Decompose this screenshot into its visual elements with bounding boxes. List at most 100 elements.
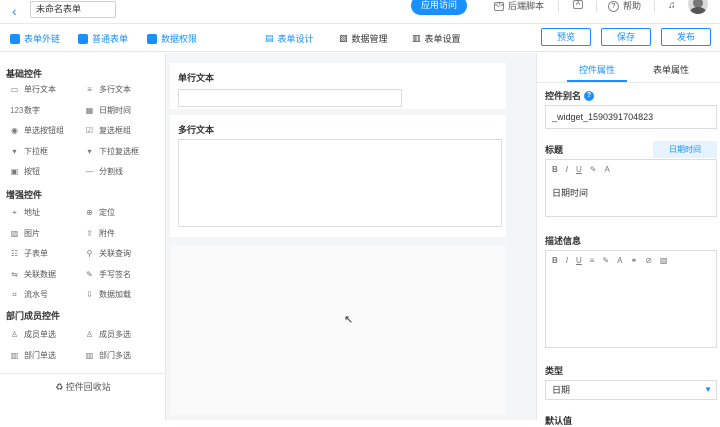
bold-icon[interactable]: B xyxy=(552,165,558,174)
widget-item[interactable]: ▣ 按钮 xyxy=(10,166,40,177)
widget-item[interactable]: ▾ 下拉框 xyxy=(10,146,48,157)
alias-label-text: 控件别名 xyxy=(545,91,582,101)
unlink-icon[interactable]: ⊘ xyxy=(645,256,652,265)
title-label: 标题 xyxy=(545,145,564,155)
document-icon[interactable]: A xyxy=(573,0,583,9)
widget-item[interactable]: 123 数字 xyxy=(10,105,40,116)
tab-form-design[interactable]: ▤ 表单设计 xyxy=(265,32,314,45)
widget-label: 按钮 xyxy=(24,167,40,176)
pen-icon[interactable]: ✎ xyxy=(590,165,597,174)
widget-icon: ≡ xyxy=(87,85,92,94)
desc-editor[interactable]: B I U ≡ ✎ A ⚭ ⊘ ▨ xyxy=(545,250,717,348)
title-editor[interactable]: B I U ✎ A 日期时间 xyxy=(545,159,717,217)
divider xyxy=(558,1,559,12)
bell-icon[interactable]: ♫ xyxy=(668,0,676,12)
code-icon: </> xyxy=(494,1,504,11)
form-external-link-tab[interactable]: 表单外链 xyxy=(10,32,60,45)
help-label: 帮助 xyxy=(623,1,642,11)
widget-item[interactable]: ▦ 日期时间 xyxy=(85,105,131,116)
publish-button[interactable]: 发布 xyxy=(661,28,711,46)
widget-label: 多行文本 xyxy=(99,85,131,94)
form-canvas[interactable]: 单行文本 多行文本 ↖ xyxy=(166,53,536,420)
widget-icon: ♙ xyxy=(10,330,19,339)
widget-label: 日期时间 xyxy=(99,105,131,115)
widget-item[interactable]: ▭ 单行文本 xyxy=(10,84,56,95)
widget-label: 成员单选 xyxy=(24,330,56,339)
image-icon[interactable]: ▨ xyxy=(660,256,668,265)
type-select[interactable]: 日期 ▼ xyxy=(545,380,717,400)
italic-icon[interactable]: I xyxy=(566,165,568,174)
tab-data-management[interactable]: ▧ 数据管理 xyxy=(339,32,388,45)
widget-item[interactable]: ▥ 部门单选 xyxy=(10,350,56,361)
widget-item[interactable]: ◉ 单选按钮组 xyxy=(10,125,64,136)
widget-item[interactable]: — 分割线 xyxy=(85,166,124,177)
chart-icon: ▧ xyxy=(339,33,348,43)
widget-item[interactable]: ♙ 成员多选 xyxy=(85,329,131,340)
data-permission-tab[interactable]: 数据权限 xyxy=(147,32,197,45)
app-visit-button[interactable]: 应用访问 xyxy=(411,0,467,15)
underline-icon[interactable]: U xyxy=(576,256,582,265)
widget-icon: ☷ xyxy=(10,249,19,258)
multi-line-textarea[interactable] xyxy=(178,139,502,227)
widget-sidebar: 基础控件 ▭ 单行文本 ≡ 多行文本 123 数字 ▦ 日期时间 ◉ 单选按钮组 ☑ 复选框组 ▾ 下拉框… xyxy=(0,53,166,420)
widget-item[interactable]: ▨ 图片 xyxy=(10,228,40,239)
italic-icon[interactable]: I xyxy=(566,256,568,265)
field-single-line-text[interactable]: 单行文本 xyxy=(170,63,506,109)
widget-item[interactable]: ⌗ 流水号 xyxy=(10,289,48,300)
tab-form-properties[interactable]: 表单属性 xyxy=(653,63,689,76)
properties-tabs: 控件属性 表单属性 xyxy=(537,53,720,83)
font-icon[interactable]: A xyxy=(605,165,610,174)
widget-item[interactable]: ⚲ 关联查询 xyxy=(85,248,131,259)
single-line-input[interactable] xyxy=(178,89,402,107)
widget-label: 单行文本 xyxy=(24,85,56,94)
widget-item[interactable]: ✎ 手写签名 xyxy=(85,269,131,280)
title-tag-button[interactable]: 日期时间 xyxy=(653,141,717,158)
font-icon[interactable]: A xyxy=(617,256,622,265)
widget-item[interactable]: ▥ 部门多选 xyxy=(85,350,131,361)
widget-icon: ☑ xyxy=(85,126,94,135)
avatar[interactable] xyxy=(688,0,708,14)
type-value: 日期 xyxy=(552,385,571,395)
tab-widget-properties[interactable]: 控件属性 xyxy=(579,63,615,76)
field-multi-line-text[interactable]: 多行文本 xyxy=(170,115,506,237)
backend-script-button[interactable]: </> 后端脚本 xyxy=(494,0,544,12)
recycle-label: 控件回收站 xyxy=(65,382,111,392)
widget-label: 手写签名 xyxy=(99,269,131,279)
field-label: 多行文本 xyxy=(178,125,215,135)
pen-icon[interactable]: ✎ xyxy=(602,256,609,265)
alias-input[interactable]: _widget_1590391704823 xyxy=(545,105,717,129)
divider xyxy=(596,1,597,12)
help-button[interactable]: ? 帮助 xyxy=(608,0,641,12)
widget-item[interactable]: ≡ 多行文本 xyxy=(85,84,131,95)
form-name-input[interactable]: 未命名表单 xyxy=(30,1,116,18)
widget-label: 子表单 xyxy=(24,249,48,258)
widget-item[interactable]: ☑ 复选框组 xyxy=(85,125,131,136)
normal-form-tab[interactable]: 普通表单 xyxy=(78,32,128,45)
widget-icon: ✎ xyxy=(86,269,93,279)
widget-item[interactable]: ▾ 下拉复选框 xyxy=(85,146,139,157)
widget-item[interactable]: ⊕ 定位 xyxy=(85,207,115,218)
widget-item[interactable]: ⇪ 附件 xyxy=(85,228,115,239)
widget-item[interactable]: ☷ 子表单 xyxy=(10,248,48,259)
drop-area[interactable] xyxy=(170,245,506,415)
widget-item[interactable]: ⇋ 关联数据 xyxy=(10,269,56,280)
bold-icon[interactable]: B xyxy=(552,256,558,265)
widget-label: 流水号 xyxy=(24,290,48,299)
widget-item[interactable]: ⇩ 数据加载 xyxy=(85,289,131,300)
save-button[interactable]: 保存 xyxy=(601,28,651,46)
widget-item[interactable]: ⌖ 地址 xyxy=(10,207,40,218)
top-bar: ‹ 未命名表单 应用访问 </> 后端脚本 A ? 帮助 ♫ xyxy=(0,0,720,24)
help-icon[interactable]: ? xyxy=(584,90,595,101)
field-label: 单行文本 xyxy=(178,73,215,83)
back-icon[interactable]: ‹ xyxy=(12,3,17,19)
widget-item[interactable]: ♙ 成员单选 xyxy=(10,329,56,340)
widget-label: 下拉框 xyxy=(24,146,48,156)
tab-label: 表单设计 xyxy=(277,34,314,44)
recycle-bin-button[interactable]: ♻ 控件回收站 xyxy=(0,373,166,399)
tab-form-settings[interactable]: ▥ 表单设置 xyxy=(412,32,461,45)
align-icon[interactable]: ≡ xyxy=(590,256,595,265)
link-icon[interactable]: ⚭ xyxy=(631,256,638,265)
properties-panel: 控件属性 表单属性 控件别名 ? _widget_1590391704823 标… xyxy=(536,53,720,426)
preview-button[interactable]: 预览 xyxy=(541,28,591,46)
underline-icon[interactable]: U xyxy=(576,165,582,174)
